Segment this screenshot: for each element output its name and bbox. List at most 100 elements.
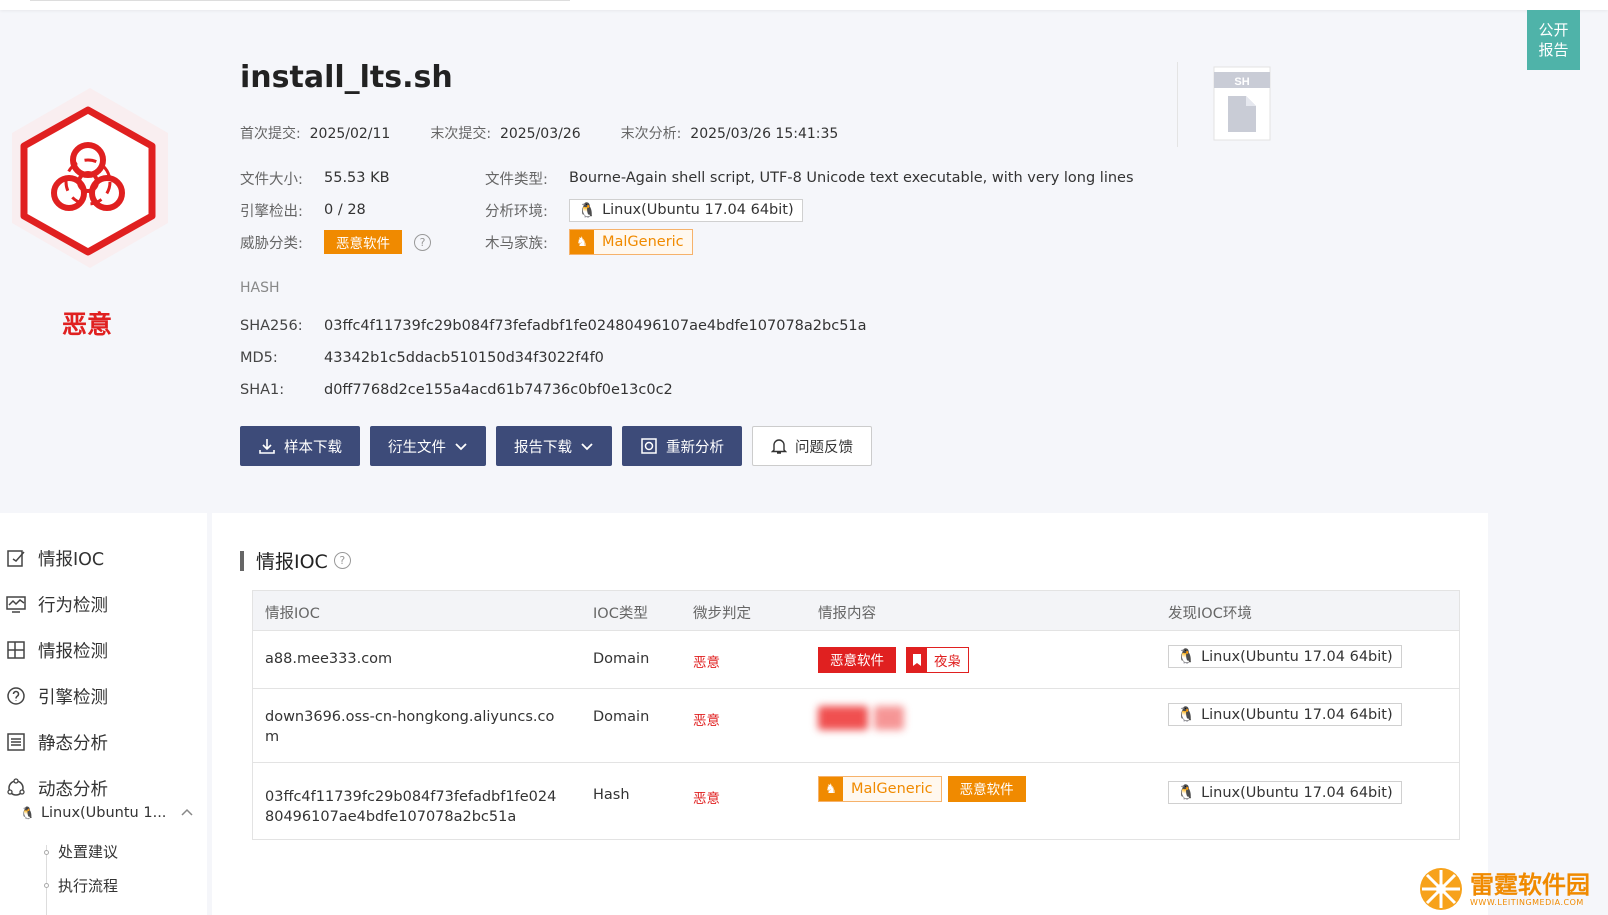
derived-files-label: 衍生文件 [388,439,446,456]
first-submit-label: 首次提交: [240,126,301,142]
sidebar-leaf-advice[interactable]: 处置建议 [58,841,118,862]
family-tag[interactable]: ♞ MalGeneric [818,776,942,802]
env-label: 分析环境: [485,203,548,220]
cycle-icon [7,778,25,796]
reanalyze-icon [641,438,657,454]
blurred-tag [874,706,904,730]
ioc-env: 🐧 Linux(Ubuntu 17.04 64bit) [1168,781,1402,804]
trojan-icon: ♞ [570,230,594,254]
chevron-down-icon [581,443,593,451]
family-tag-label: 夜枭 [934,654,961,670]
sha256-row: SHA256: 03ffc4f11739fc29b084f73fefadbf1fe… [240,310,867,342]
sidebar-item-dynamic-label: 动态分析 [38,779,108,800]
sha1-label: SHA1: [240,382,285,398]
linux-icon: 🐧 [20,806,35,820]
md5-row: MD5: 43342b1c5ddacb510150d34f3022f4f0 [240,342,867,374]
sidebar-item-engine-label: 引擎检测 [38,687,108,708]
sidebar-leaf-flow[interactable]: 执行流程 [58,875,118,896]
download-sample-button[interactable]: 样本下载 [240,426,360,466]
report-download-button[interactable]: 报告下载 [496,426,612,466]
sidebar-item-dynamic[interactable]: 动态分析 [6,773,108,803]
ioc-value[interactable]: 03ffc4f11739fc29b084f73fefadbf1fe0248049… [265,787,565,827]
tree-dot [44,883,49,888]
question-circle-icon [7,687,25,705]
sidebar-item-engine[interactable]: 引擎检测 [6,681,108,711]
malicious-biohazard-icon [12,88,168,268]
type-row: 文件类型: Bourne-Again shell script, UTF-8 U… [485,162,1134,194]
date-info: 首次提交: 2025/02/11 末次提交: 2025/03/26 末次分析: … [240,123,878,143]
family-label: 木马家族: [485,235,548,252]
sidebar-item-intel-label: 情报检测 [38,641,108,662]
chevron-up-icon [181,808,193,816]
chevron-down-icon [455,443,467,451]
ioc-type: Hash [593,787,630,803]
family-row: 木马家族: ♞ MalGeneric [485,226,693,258]
sh-file-icon: SH [1213,66,1271,141]
engine-value: 0 / 28 [324,202,366,218]
malware-tag[interactable]: 恶意软件 [947,776,1026,802]
ioc-type: Domain [593,709,650,725]
last-analysis: 末次分析: 2025/03/26 15:41:35 [621,123,839,143]
table-row: 03ffc4f11739fc29b084f73fefadbf1fe0248049… [253,763,1459,839]
title-accent-bar [240,550,244,571]
threat-tag: 恶意软件 [324,230,402,254]
watermark-name: 雷霆软件园 [1470,870,1590,899]
orange-logo-icon [1420,868,1462,910]
header-type: IOC类型 [593,606,648,622]
sidebar: 情报IOC 行为检测 情报检测 引擎检测 静态分析 动态分析 🐧 Linux(U… [0,513,207,915]
tree-dot [44,850,49,855]
first-submit: 首次提交: 2025/02/11 [240,123,390,143]
ioc-verdict: 恶意 [693,791,720,807]
watermark-text: 雷霆软件园 WWW.LEITINGMEDIA.COM [1470,872,1590,907]
ioc-table: 情报IOC IOC类型 微步判定 情报内容 发现IOC环境 a88.mee333… [252,590,1460,840]
list-icon [7,733,25,751]
header-content: 情报内容 [818,606,876,622]
family-tag[interactable]: ♞ MalGeneric [569,229,693,255]
family-tag[interactable]: 夜枭 [906,647,969,673]
header-ioc: 情报IOC [265,606,320,622]
sha256-label: SHA256: [240,318,303,334]
reanalyze-button[interactable]: 重新分析 [622,426,742,466]
ioc-type: Domain [593,651,650,667]
ioc-value[interactable]: a88.mee333.com [265,651,565,667]
sha256-value: 03ffc4f11739fc29b084f73fefadbf1fe0248049… [324,318,867,334]
malware-tag[interactable]: 恶意软件 [818,647,896,673]
threat-label: 威胁分类: [240,235,303,252]
ioc-content: 恶意软件 夜枭 [818,647,969,673]
download-sample-label: 样本下载 [284,439,342,456]
header-env: 发现IOC环境 [1168,606,1252,622]
ioc-verdict: 恶意 [693,655,720,671]
type-label: 文件类型: [485,171,548,188]
sidebar-item-intel[interactable]: 情报检测 [6,635,108,665]
sidebar-item-ioc[interactable]: 情报IOC [6,543,104,573]
last-analysis-value: 2025/03/26 15:41:35 [690,126,839,142]
sidebar-sub-linux[interactable]: 🐧 Linux(Ubuntu 1... [20,805,194,821]
ioc-title-label: 情报IOC [256,551,328,573]
top-bar [0,0,1608,10]
help-icon[interactable]: ? [333,552,351,569]
layout-icon [7,641,25,659]
sidebar-item-ioc-label: 情报IOC [38,549,105,570]
ioc-env-label: Linux(Ubuntu 17.04 64bit) [1201,784,1393,801]
public-report-button[interactable]: 公开 报告 [1527,10,1580,70]
linux-icon: 🐧 [1177,649,1196,665]
first-submit-value: 2025/02/11 [309,126,391,142]
ioc-env-label: Linux(Ubuntu 17.04 64bit) [1201,706,1393,723]
blurred-tag [818,706,868,730]
sha1-row: SHA1: d0ff7768d2ce155a4acd61b74736c0bf0e1… [240,374,867,406]
hash-title: HASH [240,280,280,296]
verdict-label: 恶意 [62,310,113,339]
help-icon[interactable]: ? [414,233,431,251]
linux-icon: 🐧 [1177,707,1196,723]
table-row: down3696.oss-cn-hongkong.aliyuncs.com Do… [253,689,1459,763]
sidebar-item-behavior[interactable]: 行为检测 [6,589,108,619]
ioc-value[interactable]: down3696.oss-cn-hongkong.aliyuncs.com [265,707,565,747]
ioc-panel: 情报IOC ? 情报IOC IOC类型 微步判定 情报内容 发现IOC环境 a8… [212,513,1488,915]
engine-label: 引擎检出: [240,203,303,220]
engine-row: 引擎检出: 0 / 28 [240,194,366,226]
derived-files-button[interactable]: 衍生文件 [370,426,486,466]
feedback-button[interactable]: 问题反馈 [752,426,872,466]
sidebar-item-static[interactable]: 静态分析 [6,727,108,757]
trojan-icon: ♞ [819,777,843,801]
vertical-divider [1177,62,1178,147]
